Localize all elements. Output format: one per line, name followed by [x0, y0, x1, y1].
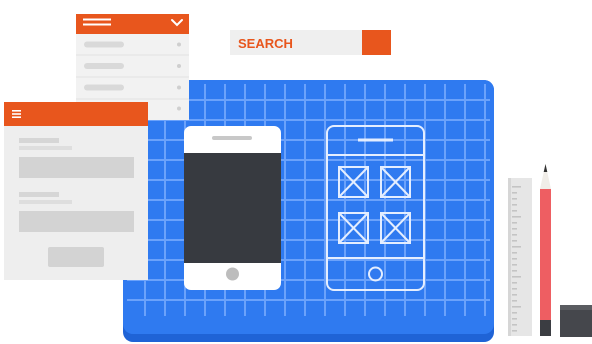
ruler-tick: [512, 264, 517, 266]
dropdown-item[interactable]: [76, 56, 189, 77]
ruler-tick: [512, 258, 517, 260]
item-dot: [177, 106, 181, 111]
ruler: [508, 178, 532, 336]
ruler-tick: [512, 330, 517, 332]
ruler-tick: [512, 216, 521, 218]
ruler-tick: [512, 198, 517, 200]
field-label-placeholder: [19, 192, 59, 197]
pencil-body: [540, 189, 551, 320]
submit-button[interactable]: [48, 247, 104, 267]
ruler-tick: [512, 252, 517, 254]
eraser-block: [560, 305, 592, 337]
field-hint-placeholder: [19, 200, 72, 204]
item-dot: [177, 42, 181, 47]
ruler-edge: [508, 178, 511, 336]
phone-screen: [184, 153, 281, 263]
ruler-tick: [512, 324, 517, 326]
hamburger-icon[interactable]: [12, 110, 21, 118]
ruler-tick: [512, 186, 521, 188]
search-button[interactable]: [362, 30, 391, 55]
ruler-tick: [512, 306, 521, 308]
phone-home-button: [226, 267, 239, 281]
ruler-tick: [512, 228, 517, 230]
form-header: [4, 102, 148, 126]
ruler-tick: [512, 204, 517, 206]
ruler-tick: [512, 318, 517, 320]
field-label-placeholder: [19, 138, 59, 143]
item-dot: [177, 85, 181, 90]
dropdown-item[interactable]: [76, 78, 189, 99]
ruler-tick: [512, 294, 517, 296]
text-field[interactable]: [19, 211, 134, 232]
pencil-lead: [543, 164, 548, 172]
illustration-canvas: SEARCH: [4, 14, 592, 342]
ruler-tick: [512, 240, 517, 242]
item-text-placeholder: [84, 41, 124, 48]
illustration: SEARCH: [0, 0, 592, 344]
pencil: [540, 164, 551, 336]
ruler-tick: [512, 246, 521, 248]
phone-mockup: [184, 126, 281, 290]
eraser-top: [560, 305, 592, 310]
ruler-tick: [512, 282, 517, 284]
item-dot: [177, 64, 181, 68]
item-text-placeholder: [84, 84, 124, 91]
ruler-tick: [512, 222, 517, 224]
item-text-placeholder: [84, 63, 124, 69]
ruler-tick: [512, 270, 517, 272]
ruler-tick: [512, 210, 517, 212]
ruler-tick: [512, 276, 521, 278]
form-card: [4, 102, 148, 280]
text-field[interactable]: [19, 157, 134, 178]
ruler-tick: [512, 300, 517, 302]
ruler-tick: [512, 288, 517, 290]
pencil-eraser: [540, 320, 551, 336]
ruler-tick: [512, 234, 517, 236]
ruler-body: [508, 178, 532, 336]
ruler-tick: [512, 312, 517, 314]
search-bar[interactable]: SEARCH: [230, 30, 391, 55]
dropdown-item[interactable]: [76, 34, 189, 55]
ruler-tick: [512, 192, 517, 194]
search-label: SEARCH: [238, 36, 293, 51]
field-hint-placeholder: [19, 146, 72, 150]
phone-speaker: [212, 136, 252, 140]
